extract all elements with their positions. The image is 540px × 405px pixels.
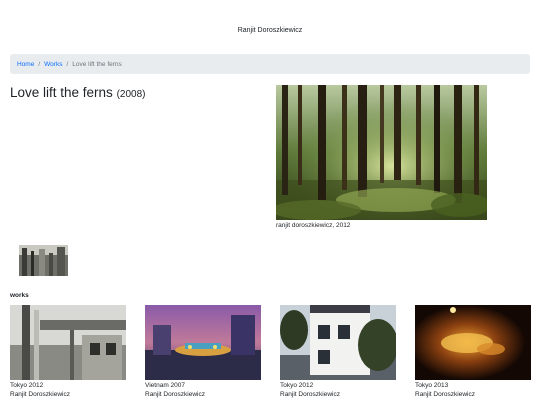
work-card-artist: Ranjit Doroszkiewicz (145, 391, 205, 398)
main-artwork-image[interactable] (276, 85, 487, 220)
work-card-artist: Ranjit Doroszkiewicz (10, 391, 70, 398)
work-card-image[interactable] (415, 305, 531, 380)
work-card-place-year: Vietnam 2007 (145, 382, 185, 389)
work-year: (2008) (116, 89, 146, 100)
artwork-thumbnail[interactable] (19, 245, 68, 276)
work-card-artist: Ranjit Doroszkiewicz (415, 391, 475, 398)
page-title: Love lift the ferns (2008) (10, 85, 145, 100)
work-card[interactable]: Vietnam 2007 Ranjit Doroszkiewicz (145, 305, 261, 399)
work-card[interactable]: Tokyo 2013 Ranjit Doroszkiewicz (415, 305, 531, 399)
work-card-place-year: Tokyo 2013 (415, 382, 449, 389)
breadcrumb-works-link[interactable]: Works (44, 61, 62, 68)
breadcrumb-current: Love lift the ferns (72, 60, 122, 68)
work-card-image[interactable] (280, 305, 396, 380)
works-heading: works (10, 292, 29, 299)
breadcrumb-home-link[interactable]: Home (17, 61, 34, 68)
site-title[interactable]: Ranjit Doroszkiewicz (0, 27, 540, 34)
work-card-artist: Ranjit Doroszkiewicz (280, 391, 340, 398)
work-card-place-year: Tokyo 2012 (10, 382, 44, 389)
work-card-image[interactable] (145, 305, 261, 380)
breadcrumb-separator: / (66, 60, 69, 68)
artwork-caption: ranjit doroszkiewicz, 2012 (276, 222, 351, 229)
breadcrumb-separator: / (38, 60, 41, 68)
work-card-image[interactable] (10, 305, 126, 380)
breadcrumb: Home / Works / Love lift the ferns (10, 54, 530, 74)
work-title-text: Love lift the ferns (10, 85, 113, 100)
work-card-place-year: Tokyo 2012 (280, 382, 314, 389)
work-card[interactable]: Tokyo 2012 Ranjit Doroszkiewicz (280, 305, 396, 399)
work-card[interactable]: Tokyo 2012 Ranjit Doroszkiewicz (10, 305, 126, 399)
